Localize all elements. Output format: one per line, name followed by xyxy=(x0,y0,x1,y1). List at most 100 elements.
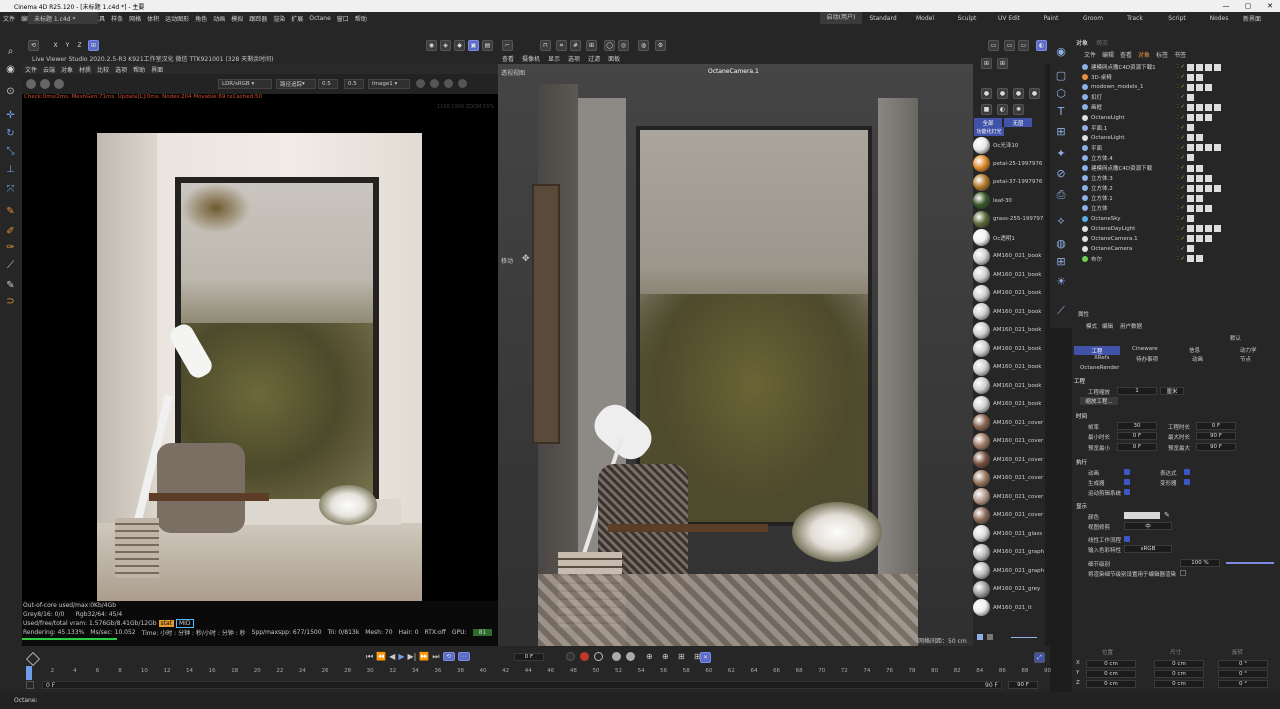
tag-icon[interactable] xyxy=(1196,174,1204,182)
tag-icon[interactable] xyxy=(1205,83,1213,91)
layout-tab-track[interactable]: Track xyxy=(1114,15,1156,22)
material-item[interactable]: AM160_021_book xyxy=(973,340,1045,358)
timeline-ruler[interactable]: 0246810121416182022242628303234363840424… xyxy=(28,668,1051,678)
render-lod-checkbox[interactable] xyxy=(1180,570,1186,576)
material-item[interactable]: AM160_021_cover xyxy=(973,488,1045,506)
menu-volume[interactable]: 体积 xyxy=(144,14,162,23)
visibility-toggle-icon[interactable]: ⁚ ✓ xyxy=(1177,94,1185,100)
field-icon[interactable]: ⊘ xyxy=(1054,166,1068,180)
visibility-toggle-icon[interactable]: ⁚ ✓ xyxy=(1177,165,1185,171)
view-clip-select[interactable]: 中 xyxy=(1124,522,1172,530)
cube-object-icon[interactable]: ▢ xyxy=(1054,68,1068,82)
object-row[interactable]: OctaneLight ⁚ ✓ xyxy=(1072,113,1280,123)
exec-motion-checkbox[interactable] xyxy=(1124,489,1130,495)
attr-tab-dynamics[interactable]: 动力学 xyxy=(1240,346,1257,354)
universal-material-icon[interactable]: ⊞ xyxy=(997,58,1008,69)
preview-max-field[interactable]: 90 F xyxy=(1196,443,1236,451)
object-row[interactable]: OctaneDayLight ⁚ ✓ xyxy=(1072,224,1280,234)
color-space-select[interactable]: LDR/sRGB ▾ xyxy=(218,79,272,89)
scale-icon[interactable]: ⤡ xyxy=(3,144,18,159)
render-kernel-select[interactable]: 路径追踪 ▾ xyxy=(276,79,316,89)
value2-field[interactable]: 0.5 xyxy=(344,79,364,89)
material-item[interactable]: petal-25-1997976 xyxy=(973,155,1045,173)
edit-render-settings-icon[interactable]: ▭ xyxy=(1018,40,1029,51)
project-scale-unit[interactable]: 厘米 xyxy=(1160,387,1184,395)
menu-render[interactable]: 渲染 xyxy=(270,14,288,23)
object-row[interactable]: 立方体.1 ⁚ ✓ xyxy=(1072,193,1280,203)
menu-extensions[interactable]: 扩展 xyxy=(288,14,306,23)
tag-icon[interactable] xyxy=(1196,235,1204,243)
tag-icon[interactable] xyxy=(1187,73,1195,81)
fx-icon[interactable]: ⊞ xyxy=(1054,254,1068,268)
polygons-mode-icon[interactable]: ◆ xyxy=(454,40,465,51)
viewport-3d[interactable]: 透视视图 OctaneCamera.1 移动 ✥ 网格间距：50 cm xyxy=(498,64,973,646)
attr-menu-edit[interactable]: 编辑 xyxy=(1102,322,1113,330)
tag-icon[interactable] xyxy=(1187,114,1195,121)
object-row[interactable]: OctaneLight ⁚ ✓ xyxy=(1072,133,1280,143)
render-settings-icon[interactable]: ⚙ xyxy=(655,40,666,51)
glossy-material-icon[interactable]: ● xyxy=(997,88,1008,99)
lv-menu-materials[interactable]: 材质 xyxy=(76,65,94,74)
object-row[interactable]: 立方体 ⁚ ✓ xyxy=(1072,203,1280,213)
material-item[interactable]: Oc透明1 xyxy=(973,229,1045,247)
visibility-toggle-icon[interactable]: ⁚ ✓ xyxy=(1177,246,1185,252)
object-row[interactable]: 立方体.4 ⁚ ✓ xyxy=(1072,153,1280,163)
solo-icon[interactable]: ◯ xyxy=(604,40,615,51)
vp-menu-options[interactable]: 选项 xyxy=(564,54,584,63)
visibility-toggle-icon[interactable]: ⁚ ✓ xyxy=(1177,195,1185,201)
loop-icon[interactable]: ⟲ xyxy=(442,652,455,661)
close-button[interactable]: ✕ xyxy=(1260,0,1280,12)
metal-material-icon[interactable]: ● xyxy=(1029,88,1040,99)
vp-menu-display[interactable]: 显示 xyxy=(544,54,564,63)
material-item[interactable]: AM160_021_lt xyxy=(973,599,1045,617)
autokey-icon[interactable] xyxy=(566,652,575,661)
material-item[interactable]: AM160_021_graph xyxy=(973,562,1045,580)
lv-menu-options[interactable]: 选项 xyxy=(112,65,130,74)
vp-menu-cameras[interactable]: 摄像机 xyxy=(518,54,544,63)
visibility-toggle-icon[interactable]: ⁚ ✓ xyxy=(1177,125,1185,131)
object-row[interactable]: OctaneSky ⁚ ✓ xyxy=(1072,214,1280,224)
view-list-icon[interactable] xyxy=(987,634,993,640)
emission-icon[interactable]: ■ xyxy=(981,104,992,115)
light-icon[interactable]: ✺ xyxy=(1013,104,1024,115)
tab-takes[interactable]: 场次 xyxy=(1092,38,1112,47)
menu-tracker[interactable]: 跟踪器 xyxy=(246,14,270,23)
end-frame-field[interactable]: 90 F xyxy=(1008,681,1038,689)
fps-field[interactable]: 30 xyxy=(1117,422,1157,430)
material-item[interactable]: leaf-30 xyxy=(973,192,1045,210)
attr-preset[interactable]: 默认 xyxy=(1230,334,1241,342)
coord-size-field[interactable]: 0 cm xyxy=(1154,670,1204,678)
tag-icon[interactable] xyxy=(1214,184,1222,192)
input-color-select[interactable]: sRGB xyxy=(1124,545,1172,553)
tag-icon[interactable] xyxy=(1187,174,1195,182)
material-size-slider[interactable] xyxy=(1011,637,1037,638)
axis-icon[interactable]: ⊥ xyxy=(3,162,18,177)
light-object-icon[interactable]: ☀ xyxy=(1054,274,1068,288)
rotate-icon[interactable]: ↻ xyxy=(3,126,18,141)
visibility-toggle-icon[interactable]: ⁚ ✓ xyxy=(1177,104,1185,110)
key-pla-icon[interactable]: ⊞ xyxy=(678,652,685,661)
attr-tab-nodes[interactable]: 节点 xyxy=(1240,355,1251,363)
menu-file[interactable]: 文件 xyxy=(0,14,18,23)
material-item[interactable]: AM160_021_glass xyxy=(973,525,1045,543)
playhead[interactable] xyxy=(26,666,32,680)
tag-icon[interactable] xyxy=(1187,164,1195,172)
tag-icon[interactable] xyxy=(1196,63,1204,71)
layout-tab-sculpt[interactable]: Sculpt xyxy=(946,15,988,22)
key-position-icon[interactable] xyxy=(612,652,621,661)
detail-level-field[interactable]: 100 % xyxy=(1180,559,1220,567)
tag-icon[interactable] xyxy=(1187,93,1195,101)
visibility-toggle-icon[interactable]: ⁚ ✓ xyxy=(1177,84,1185,90)
tag-icon[interactable] xyxy=(1214,144,1222,152)
value1-field[interactable]: 0.5 xyxy=(318,79,338,89)
visibility-toggle-icon[interactable]: ⁚ ✓ xyxy=(1177,135,1185,141)
render-region-icon[interactable]: ▭ xyxy=(988,40,999,51)
coordinate-system-icon[interactable]: ⊞ xyxy=(88,40,99,51)
menu-window[interactable]: 窗口 xyxy=(334,14,352,23)
tag-icon[interactable] xyxy=(1205,174,1213,182)
visibility-toggle-icon[interactable]: ⁚ ✓ xyxy=(1177,175,1185,181)
attr-tab-xrefs[interactable]: XRefs xyxy=(1094,355,1110,361)
object-row[interactable]: 3D-桌椅 ⁚ ✓ xyxy=(1072,72,1280,82)
vp-menu-filter[interactable]: 过滤 xyxy=(584,54,604,63)
edges-mode-icon[interactable]: ◈ xyxy=(440,40,451,51)
